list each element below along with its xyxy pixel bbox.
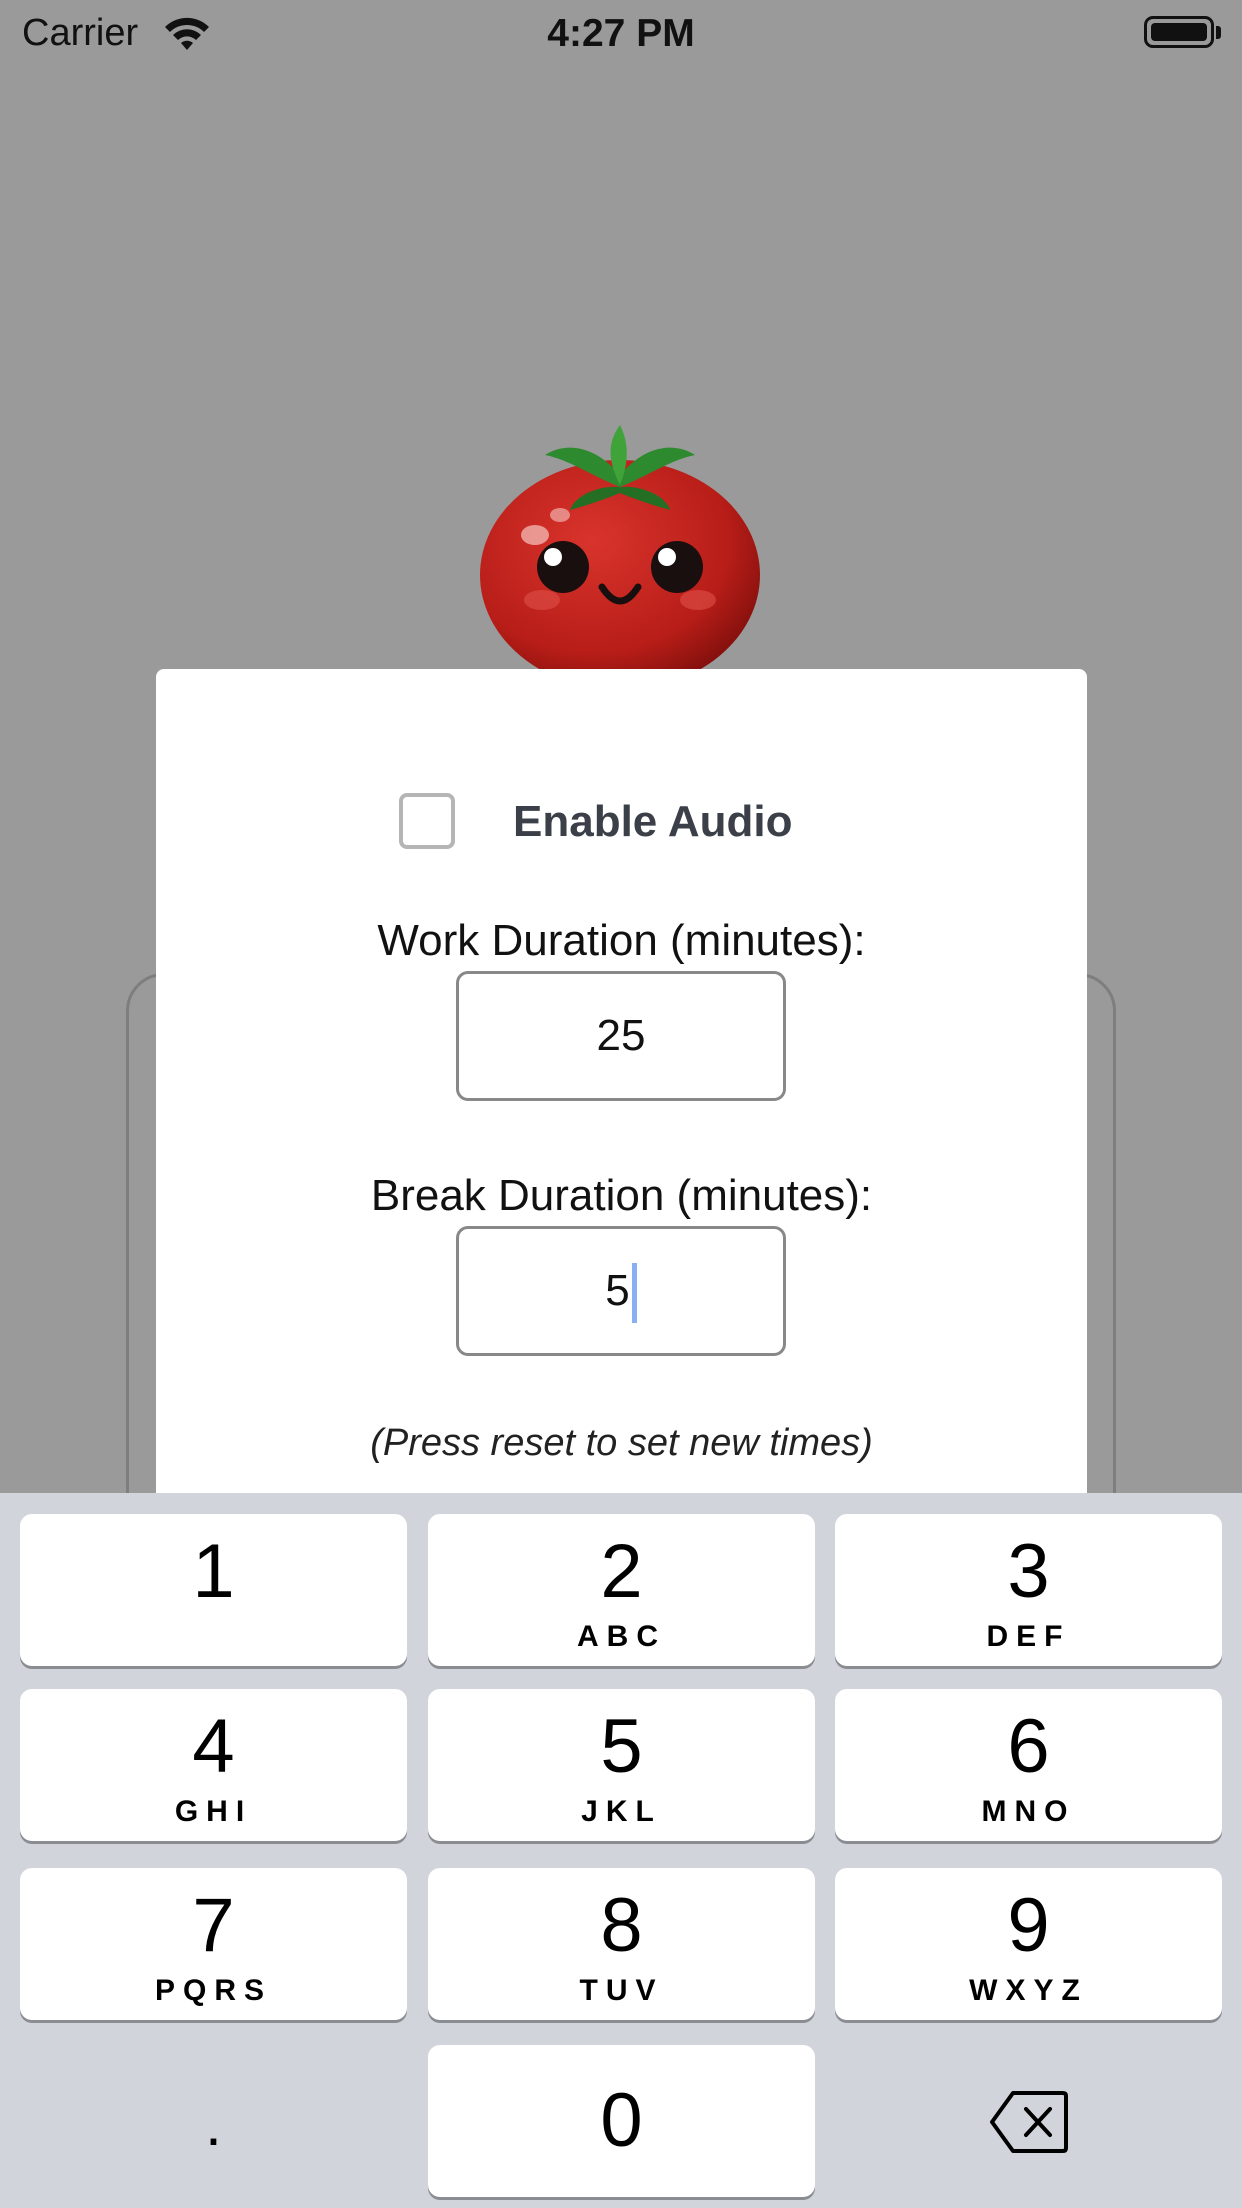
key-8[interactable]: 8 TUV	[428, 1868, 815, 2020]
numeric-keyboard: 1 2 ABC 3 DEF 4 GHI 5 JKL 6 MNO 7 PQRS 8…	[0, 1493, 1242, 2208]
key-letters: TUV	[579, 1974, 664, 2007]
key-4[interactable]: 4 GHI	[20, 1689, 407, 1841]
delete-key[interactable]	[835, 2045, 1222, 2197]
key-digit: 1	[192, 1529, 235, 1614]
settings-modal: Enable Audio Work Duration (minutes): 25…	[156, 669, 1087, 1511]
key-digit: .	[205, 2091, 222, 2158]
work-duration-label: Work Duration (minutes):	[377, 916, 866, 965]
key-digit: 5	[600, 1704, 643, 1789]
key-letters: DEF	[986, 1620, 1071, 1653]
key-3[interactable]: 3 DEF	[835, 1514, 1222, 1666]
enable-audio-row[interactable]: Enable Audio	[156, 791, 1087, 861]
work-duration-value: 25	[596, 1011, 646, 1060]
key-7[interactable]: 7 PQRS	[20, 1868, 407, 2020]
key-letters: WXYZ	[969, 1974, 1088, 2007]
key-digit: 6	[1007, 1704, 1050, 1789]
key-digit: 4	[192, 1704, 235, 1789]
text-caret	[631, 1263, 637, 1324]
tomato-mascot-icon	[480, 425, 760, 675]
key-2[interactable]: 2 ABC	[428, 1514, 815, 1666]
work-duration-input[interactable]: 25	[456, 971, 786, 1101]
break-duration-value: 5	[605, 1266, 630, 1315]
key-letters: JKL	[581, 1795, 662, 1828]
key-1[interactable]: 1	[20, 1514, 407, 1666]
key-0[interactable]: 0	[428, 2045, 815, 2197]
key-9[interactable]: 9 WXYZ	[835, 1868, 1222, 2020]
key-digit: 9	[1007, 1883, 1050, 1968]
key-letters: ABC	[577, 1620, 666, 1653]
key-5[interactable]: 5 JKL	[428, 1689, 815, 1841]
key-digit: 0	[600, 2078, 643, 2163]
break-duration-label: Break Duration (minutes):	[370, 1171, 873, 1220]
status-bar: Carrier 4:27 PM	[0, 0, 1242, 68]
status-time: 4:27 PM	[547, 12, 695, 55]
key-letters: PQRS	[154, 1974, 273, 2007]
key-dot[interactable]: .	[20, 2045, 407, 2197]
key-digit: 8	[600, 1883, 643, 1968]
backspace-icon	[989, 2091, 1068, 2153]
break-duration-input[interactable]: 5	[456, 1226, 786, 1356]
key-letters: GHI	[174, 1795, 253, 1828]
key-letters: MNO	[981, 1795, 1076, 1828]
key-digit: 3	[1007, 1529, 1050, 1614]
key-digit: 2	[600, 1529, 643, 1614]
enable-audio-checkbox[interactable]	[399, 793, 455, 849]
battery-icon	[1144, 16, 1214, 48]
reset-hint: (Press reset to set new times)	[370, 1422, 873, 1464]
battery-cap	[1216, 26, 1221, 39]
key-6[interactable]: 6 MNO	[835, 1689, 1222, 1841]
key-digit: 7	[192, 1883, 235, 1968]
enable-audio-label: Enable Audio	[513, 797, 793, 846]
